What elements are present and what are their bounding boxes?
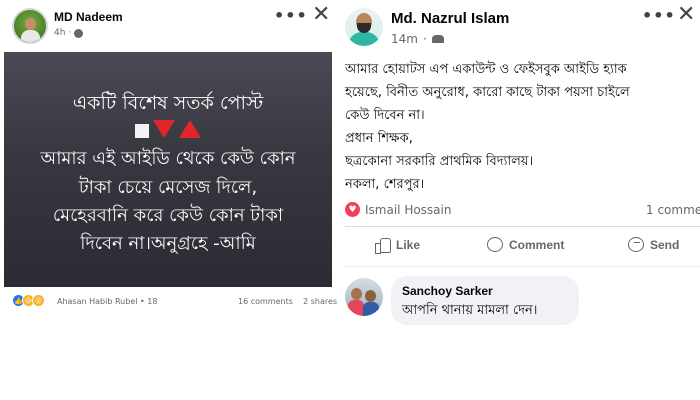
avatar[interactable]	[12, 8, 48, 44]
avatar[interactable]	[345, 8, 383, 46]
shares-count[interactable]: 2 shares	[303, 297, 337, 306]
like-label: Like	[396, 238, 421, 252]
reactions[interactable]: 👍 😢 😮	[12, 294, 45, 307]
commenter-name[interactable]: Sanchoy Sarker	[402, 284, 493, 298]
more-options-button[interactable]: •••	[642, 6, 676, 25]
engagement-counts: 16 comments 2 shares	[238, 297, 337, 306]
author-name[interactable]: Md. Nazrul Islam	[391, 10, 509, 27]
divider	[345, 226, 700, 227]
send-button[interactable]: Send	[628, 237, 679, 252]
card-line: মেহেরবানি করে কেউ কোন টাকা	[52, 205, 284, 226]
post-text-line: প্রধান শিক্ষক,	[345, 131, 413, 146]
author-name[interactable]: MD Nadeem	[54, 10, 123, 24]
post-text-line: কেউ দিবেন না।	[345, 108, 425, 123]
post-meta: 4h ·	[54, 28, 84, 38]
post-text: আমার হোয়াটস এপ একাউন্ট ও ফেইসবুক আইডি হ…	[345, 58, 697, 196]
comments-count[interactable]: 1 comment	[646, 203, 700, 217]
thumbs-up-icon	[374, 237, 391, 254]
left-post: MD Nadeem 4h · ••• ✕ একটি বিশেষ সতর্ক পো…	[0, 0, 339, 318]
close-button[interactable]: ✕	[312, 2, 330, 27]
post-text-line: আমার হোয়াটস এপ একাউন্ট ও ফেইসবুক আইডি হ…	[345, 62, 627, 77]
comment-bubble[interactable]: Sanchoy Sarker আপনি থানায় মামলা দেন।	[391, 276, 579, 325]
comment-text: আপনি থানায় মামলা দেন।	[402, 303, 538, 318]
reactor-names[interactable]: Ahasan Habib Rubel • 18	[57, 297, 157, 306]
post-text-line: ছত্রকোনা সরকারি প্রাথমিক বিদ্যালয়।	[345, 154, 534, 169]
close-button[interactable]: ✕	[677, 2, 695, 27]
left-post-header: MD Nadeem 4h · ••• ✕	[0, 0, 339, 48]
warning-shapes-icon	[4, 118, 332, 138]
post-image-card[interactable]: একটি বিশেষ সতর্ক পোস্ট আমার এই আইডি থেকে…	[4, 52, 332, 287]
red-triangle-up-icon	[179, 120, 201, 138]
divider	[345, 266, 700, 267]
right-post: Md. Nazrul Islam 14m · ••• ✕ আমার হোয়াট…	[340, 0, 700, 400]
red-triangle-down-icon	[153, 120, 175, 138]
post-time[interactable]: 14m	[391, 32, 418, 46]
love-reaction-icon[interactable]: ♥	[345, 202, 360, 217]
card-line: টাকা চেয়ে মেসেজ দিলে,	[78, 177, 258, 198]
like-button[interactable]: Like	[374, 237, 421, 254]
post-actions: Like Comment Send	[340, 232, 700, 262]
globe-icon	[74, 28, 84, 38]
card-line: দিবেন না।অনুগ্রহে -আমি	[80, 233, 256, 254]
comment-icon	[487, 237, 503, 252]
post-text-line: নকলা, শেরপুর।	[345, 177, 425, 192]
comment-button[interactable]: Comment	[487, 237, 564, 252]
friends-icon	[431, 35, 444, 43]
reactor-name[interactable]: Ismail Hossain	[365, 203, 451, 217]
card-title: একটি বিশেষ সতর্ক পোস্ট	[72, 92, 264, 114]
comments-count[interactable]: 16 comments	[238, 297, 293, 306]
more-options-button[interactable]: •••	[274, 6, 308, 25]
white-square-icon	[135, 124, 149, 138]
reactions-bar: ♥ Ismail Hossain 1 comment	[345, 201, 700, 219]
commenter-avatar[interactable]	[345, 278, 383, 316]
post-meta: 14m ·	[391, 32, 444, 46]
card-line: আমার এই আইডি থেকে কেউ কোন	[40, 148, 296, 169]
comment-label: Comment	[509, 237, 565, 252]
post-text-line: হয়েছে, বিনীত অনুরোধ, কারো কাছে টাকা পয়…	[345, 85, 630, 100]
wow-reaction-icon: 😮	[32, 294, 45, 307]
messenger-icon	[628, 237, 644, 252]
post-time[interactable]: 4h	[54, 28, 65, 38]
send-label: Send	[650, 237, 680, 252]
left-post-footer: 👍 😢 😮 Ahasan Habib Rubel • 18 16 comment…	[0, 290, 339, 312]
